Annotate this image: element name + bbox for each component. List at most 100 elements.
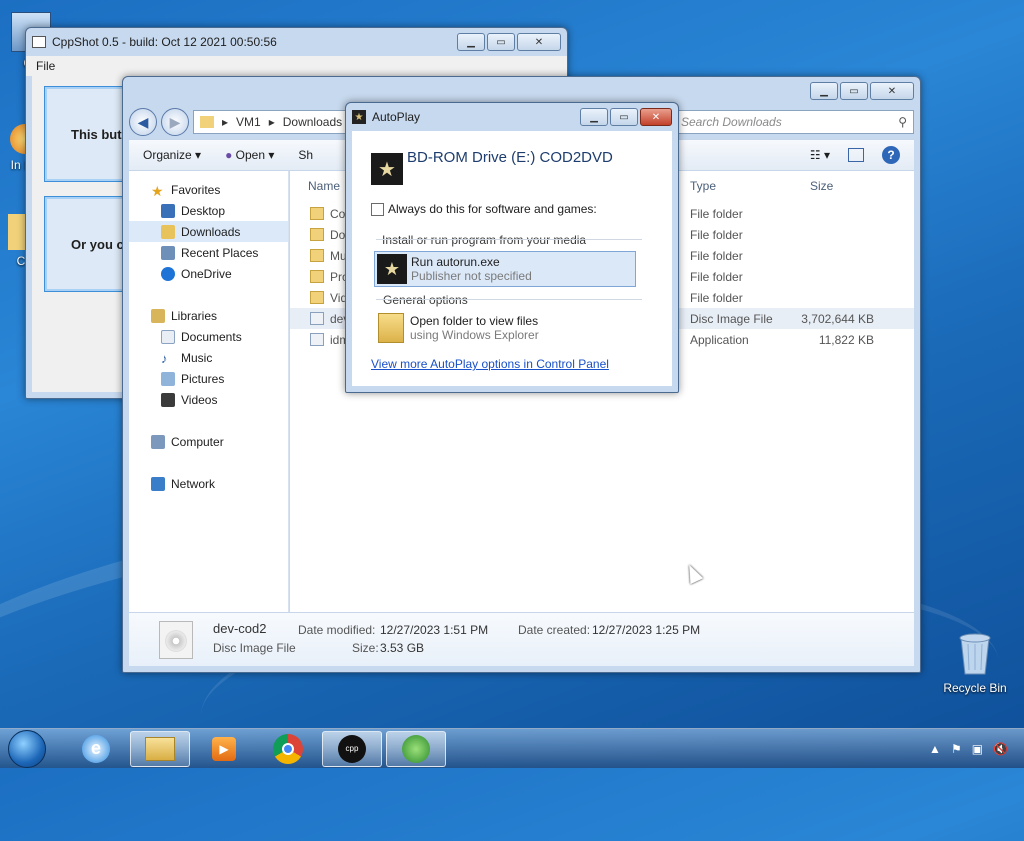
control-panel-link[interactable]: View more AutoPlay options in Control Pa… <box>371 357 609 371</box>
organize-button[interactable]: Organize ▾ <box>143 148 201 162</box>
window-title: CppShot 0.5 - build: Oct 12 2021 00:50:5… <box>52 35 277 49</box>
taskbar-cppshot[interactable]: cpp <box>322 730 382 767</box>
install-section-heading: Install or run program from your media <box>382 233 587 247</box>
explorer-titlebar[interactable]: ▁ ▭ ✕ <box>123 77 920 105</box>
nav-documents[interactable]: Documents <box>129 326 288 347</box>
autoplay-title: AutoPlay <box>372 110 421 124</box>
star-icon: ★ <box>151 182 164 199</box>
breadcrumb-vm1[interactable]: VM1 <box>236 115 261 129</box>
column-type[interactable]: Type <box>690 179 716 199</box>
file-type: File folder <box>690 249 743 263</box>
column-name[interactable]: Name <box>308 179 340 199</box>
volume-muted-icon[interactable]: 🔇 <box>993 742 1008 756</box>
idm-icon <box>402 734 430 763</box>
back-button[interactable]: ◀ <box>129 108 157 136</box>
breadcrumb-separator-icon: ▸ <box>222 115 229 129</box>
taskbar-media-player[interactable]: ▶ <box>194 731 254 767</box>
nav-videos[interactable]: Videos <box>129 389 288 410</box>
nav-recent-places[interactable]: Recent Places <box>129 242 288 263</box>
general-options-heading: General options <box>383 293 468 307</box>
file-type: File folder <box>690 270 743 284</box>
file-type: File folder <box>690 228 743 242</box>
app-icon <box>32 36 46 48</box>
start-button[interactable] <box>8 729 46 768</box>
nav-pictures[interactable]: Pictures <box>129 368 288 389</box>
folder-icon <box>378 313 404 343</box>
nav-computer[interactable]: Computer <box>129 431 288 452</box>
desktop-icon-recycle-bin[interactable]: Recycle Bin <box>940 630 1010 695</box>
chrome-icon <box>273 733 303 764</box>
network-status-icon[interactable]: ▣ <box>972 742 983 756</box>
menu-bar: File <box>26 56 567 76</box>
nav-music[interactable]: ♪ Music <box>129 347 288 368</box>
minimize-button[interactable]: ▁ <box>457 33 485 51</box>
run-autorun-option[interactable]: ★ Run autorun.exe Publisher not specifie… <box>374 251 636 287</box>
forward-button[interactable]: ▶ <box>161 108 189 136</box>
recent-places-icon <box>161 245 175 260</box>
folder-icon <box>310 291 324 304</box>
nav-onedrive[interactable]: OneDrive <box>129 263 288 284</box>
preview-pane-button[interactable] <box>848 148 864 162</box>
maximize-button[interactable]: ▭ <box>610 108 638 126</box>
documents-icon <box>161 329 175 344</box>
close-button[interactable]: ✕ <box>517 33 561 51</box>
always-checkbox[interactable] <box>371 203 384 216</box>
pictures-icon <box>161 371 175 386</box>
share-button[interactable]: Sh <box>298 148 313 162</box>
action-center-icon[interactable]: ⚑ <box>951 742 962 756</box>
search-input[interactable]: Search Downloads ⚲ <box>674 110 914 134</box>
downloads-icon <box>161 224 175 239</box>
details-date-created-label: Date created: <box>518 623 591 637</box>
autoplay-body: ★ BD-ROM Drive (E:) COD2DVD Always do th… <box>352 131 672 386</box>
network-icon <box>151 476 165 491</box>
autoplay-titlebar[interactable]: ★ AutoPlay ▁ ▭ ✕ <box>346 103 678 131</box>
autoplay-app-icon: ★ <box>352 110 366 124</box>
close-button[interactable]: ✕ <box>640 108 672 126</box>
autoplay-dialog[interactable]: ★ AutoPlay ▁ ▭ ✕ ★ BD-ROM Drive (E:) COD… <box>345 102 679 393</box>
nav-desktop[interactable]: Desktop <box>129 200 288 221</box>
nav-favorites[interactable]: ★ Favorites <box>129 179 288 200</box>
folder-icon <box>310 249 324 262</box>
maximize-button[interactable]: ▭ <box>840 82 868 100</box>
file-type: File folder <box>690 291 743 305</box>
taskbar-idm[interactable] <box>386 730 446 767</box>
open-button[interactable]: ● Open ▾ <box>225 148 274 162</box>
media-player-icon: ▶ <box>212 736 236 761</box>
nav-downloads[interactable]: Downloads <box>129 221 288 242</box>
view-options-button[interactable]: ☷ ▾ <box>810 148 830 162</box>
breadcrumb-separator-icon: ▸ <box>268 115 275 129</box>
disc-image-icon <box>310 312 324 325</box>
run-autorun-title: Run autorun.exe <box>411 255 500 269</box>
search-placeholder: Search Downloads <box>681 115 782 129</box>
file-type: File folder <box>690 207 743 221</box>
help-button[interactable]: ? <box>882 146 900 164</box>
system-tray: ▲ ⚑ ▣ 🔇 <box>929 742 1024 756</box>
drive-label: BD-ROM Drive (E:) COD2DVD <box>407 149 613 166</box>
column-size[interactable]: Size <box>810 179 833 199</box>
file-type: Disc Image File <box>690 312 773 326</box>
show-hidden-icons-button[interactable]: ▲ <box>929 742 941 756</box>
application-icon <box>310 333 324 346</box>
navigation-pane: ★ Favorites Desktop Downloads Recent Plac… <box>129 171 289 612</box>
details-date-modified: 12/27/2023 1:51 PM <box>380 623 489 637</box>
music-icon: ♪ <box>161 350 168 366</box>
close-button[interactable]: ✕ <box>870 82 914 100</box>
cppshot-titlebar[interactable]: CppShot 0.5 - build: Oct 12 2021 00:50:5… <box>26 28 567 56</box>
nav-libraries[interactable]: Libraries <box>129 305 288 326</box>
menu-file[interactable]: File <box>36 59 55 73</box>
details-size-label: Size: <box>352 641 379 655</box>
search-icon: ⚲ <box>898 115 907 129</box>
maximize-button[interactable]: ▭ <box>487 33 515 51</box>
minimize-button[interactable]: ▁ <box>580 108 608 126</box>
breadcrumb-downloads[interactable]: Downloads <box>283 115 342 129</box>
taskbar-internet-explorer[interactable]: e <box>66 731 126 767</box>
details-date-modified-label: Date modified: <box>298 623 376 637</box>
open-folder-option[interactable]: Open folder to view files using Windows … <box>374 311 636 347</box>
file-size: 11,822 KB <box>818 333 874 347</box>
taskbar-windows-explorer[interactable] <box>130 730 190 767</box>
nav-network[interactable]: Network <box>129 473 288 494</box>
taskbar-chrome[interactable] <box>258 731 318 767</box>
windows-explorer-icon <box>145 736 175 761</box>
folder-icon <box>200 116 214 128</box>
minimize-button[interactable]: ▁ <box>810 82 838 100</box>
